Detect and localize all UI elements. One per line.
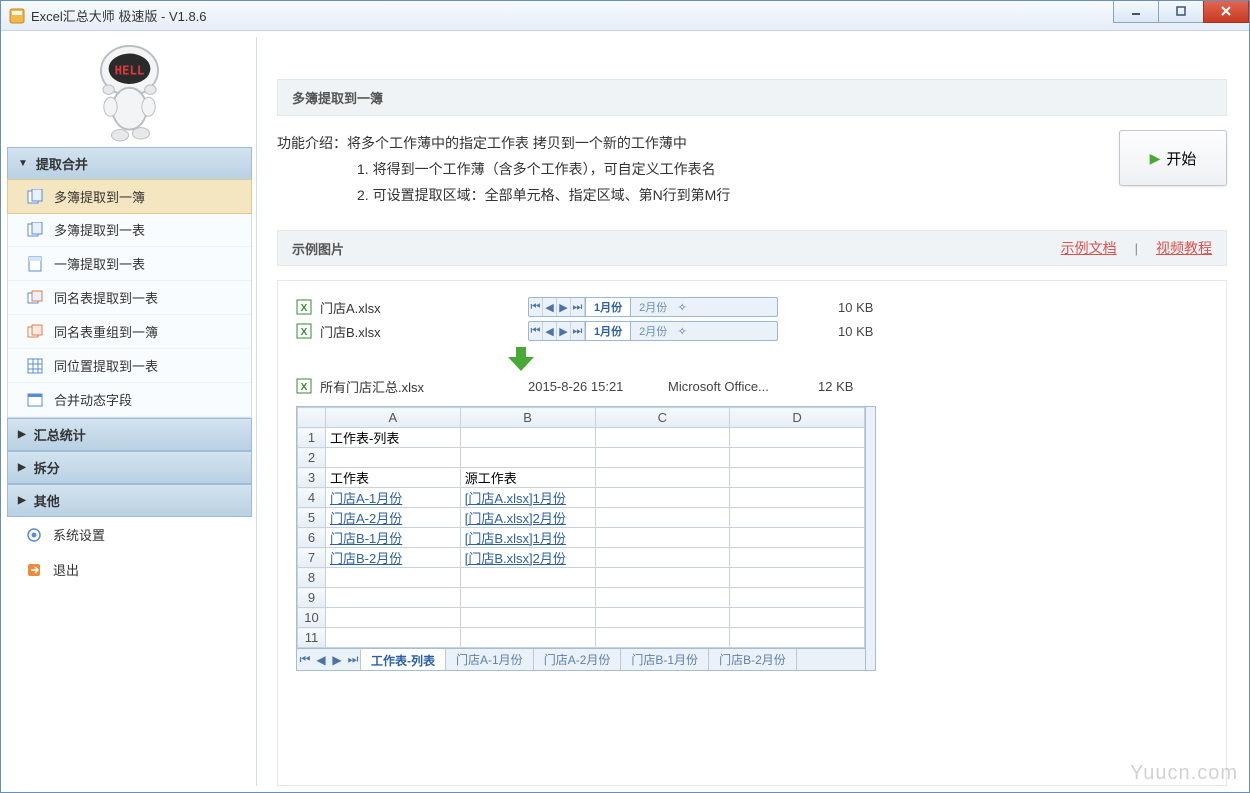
sheet-icon xyxy=(26,188,44,206)
sheet-tab-strip: ⏮◀▶⏭ 1月份2月份 ✧ xyxy=(528,321,778,341)
play-icon: ▶ xyxy=(1150,150,1161,167)
gear-icon xyxy=(25,526,43,544)
sheet-icon xyxy=(26,255,44,273)
workbook-tab[interactable]: 1月份 xyxy=(585,298,630,316)
sheet-icon xyxy=(26,221,44,239)
sheet-nav-last[interactable]: ⏭ xyxy=(345,652,361,667)
window-title: Excel汇总大师 极速版 - V1.8.6 xyxy=(31,6,1114,25)
excel-icon: X xyxy=(296,323,312,339)
robot-logo: HELL xyxy=(7,37,252,147)
nav-merge-dynamic[interactable]: 合并动态字段 xyxy=(8,383,251,417)
svg-text:X: X xyxy=(301,303,308,314)
nav-exit[interactable]: 退出 xyxy=(7,552,252,587)
sheet-tab[interactable]: 门店A-2月份 xyxy=(533,649,622,670)
titlebar[interactable]: Excel汇总大师 极速版 - V1.8.6 xyxy=(1,1,1249,31)
start-button[interactable]: ▶ 开始 xyxy=(1119,130,1227,186)
excel-icon: X xyxy=(296,378,312,394)
video-tutorial-link[interactable]: 视频教程 xyxy=(1156,238,1212,258)
sheet-icon xyxy=(26,323,44,341)
sheet-tab-strip: ⏮◀▶⏭ 1月份2月份 ✧ xyxy=(528,297,778,317)
chevron-right-icon: ▶ xyxy=(18,429,26,440)
file-row: X 门店A.xlsx ⏮◀▶⏭ 1月份2月份 ✧ 10 KB xyxy=(296,295,1208,319)
vertical-scrollbar[interactable] xyxy=(865,407,875,670)
excel-icon: X xyxy=(296,299,312,315)
group-summary[interactable]: ▶汇总统计 xyxy=(7,418,252,451)
nav-list-extract: 多簿提取到一簿 多簿提取到一表 一簿提取到一表 同名表提取到一表 同名表重组到一… xyxy=(7,180,252,418)
sheet-nav-next[interactable]: ▶ xyxy=(329,653,345,667)
sheet-nav-first[interactable]: ⏮ xyxy=(297,652,313,667)
intro-text: 功能介绍：将多个工作薄中的指定工作表 拷贝到一个新的工作薄中 1. 将得到一个工… xyxy=(277,130,1101,208)
nav-multi-to-one-book[interactable]: 多簿提取到一簿 xyxy=(7,179,252,214)
sheet-tab[interactable]: 门店A-1月份 xyxy=(445,649,534,670)
file-row: X 门店B.xlsx ⏮◀▶⏭ 1月份2月份 ✧ 10 KB xyxy=(296,319,1208,343)
sheet-tab[interactable]: 工作表-列表 xyxy=(360,649,446,670)
close-button[interactable] xyxy=(1203,1,1249,23)
sheet-icon xyxy=(26,289,44,307)
app-icon xyxy=(9,8,25,24)
sheet-nav-prev[interactable]: ◀ xyxy=(313,653,329,667)
svg-text:X: X xyxy=(301,382,308,393)
nav-samename-to-book[interactable]: 同名表重组到一簿 xyxy=(8,315,251,349)
panel-heading: 多簿提取到一簿 xyxy=(277,79,1227,116)
group-other[interactable]: ▶其他 xyxy=(7,484,252,517)
workbook-tab[interactable]: 2月份 xyxy=(630,298,675,316)
chevron-right-icon: ▶ xyxy=(18,462,26,473)
minimize-button[interactable] xyxy=(1113,1,1159,23)
group-extract-merge[interactable]: ▼ 提取合并 xyxy=(7,147,252,180)
workbook-tab[interactable]: 2月份 xyxy=(630,322,675,340)
workbook-tab[interactable]: 1月份 xyxy=(585,322,630,340)
chevron-down-icon: ▼ xyxy=(18,158,28,169)
app-window: Excel汇总大师 极速版 - V1.8.6 HELL xyxy=(0,0,1250,793)
sidebar: HELL ▼ 提取合并 多簿提取到一簿 多簿提取到一表 一簿提取到一表 同 xyxy=(7,37,252,786)
svg-text:HELL: HELL xyxy=(115,63,145,77)
maximize-button[interactable] xyxy=(1158,1,1204,23)
nav-multi-to-one-sheet[interactable]: 多簿提取到一表 xyxy=(8,213,251,247)
result-file-row: X 所有门店汇总.xlsx 2015-8-26 15:21 Microsoft … xyxy=(296,374,1208,398)
grid-icon xyxy=(26,357,44,375)
nav-settings[interactable]: 系统设置 xyxy=(7,517,252,552)
sheet-tab[interactable]: 门店B-2月份 xyxy=(708,649,797,670)
example-bar: 示例图片 示例文档 | 视频教程 xyxy=(277,230,1227,266)
example-doc-link[interactable]: 示例文档 xyxy=(1061,238,1117,258)
table-icon xyxy=(26,391,44,409)
svg-text:X: X xyxy=(301,327,308,338)
main-panel: 多簿提取到一簿 功能介绍：将多个工作薄中的指定工作表 拷贝到一个新的工作薄中 1… xyxy=(256,37,1243,786)
example-image-area: X 门店A.xlsx ⏮◀▶⏭ 1月份2月份 ✧ 10 KBX 门店B.xlsx… xyxy=(277,280,1227,786)
group-split[interactable]: ▶拆分 xyxy=(7,451,252,484)
arrow-down-icon xyxy=(506,347,536,371)
exit-icon xyxy=(25,561,43,579)
nav-samename-to-sheet[interactable]: 同名表提取到一表 xyxy=(8,281,251,315)
nav-samepos-to-sheet[interactable]: 同位置提取到一表 xyxy=(8,349,251,383)
watermark: Yuucn.com xyxy=(1130,762,1238,785)
chevron-right-icon: ▶ xyxy=(18,495,26,506)
spreadsheet-preview: ABCD1工作表-列表23工作表源工作表4门店A-1月份[门店A.xlsx]1月… xyxy=(296,406,876,671)
sheet-tab[interactable]: 门店B-1月份 xyxy=(620,649,709,670)
nav-one-to-one-sheet[interactable]: 一簿提取到一表 xyxy=(8,247,251,281)
